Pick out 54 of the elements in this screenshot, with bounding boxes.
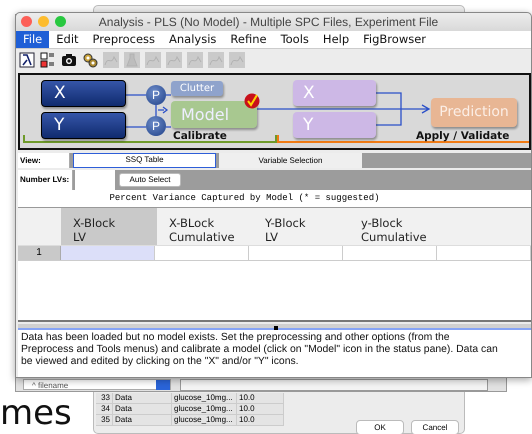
ok-button[interactable]: OK <box>356 420 404 434</box>
apply-validate-label: Apply / Validate <box>416 130 510 142</box>
table-cell: Data <box>113 393 172 403</box>
table-cell: 10.0 <box>237 393 284 403</box>
lambda-icon[interactable] <box>19 52 35 68</box>
view-label: View: <box>18 152 70 168</box>
close-button[interactable] <box>21 16 32 28</box>
settings-icon[interactable] <box>82 52 98 68</box>
column-header[interactable]: Y-Block LV <box>253 208 349 245</box>
menu-item[interactable]: FigBrowser <box>356 30 434 48</box>
table-cell: 10.0 <box>237 415 284 425</box>
splitter[interactable] <box>18 324 531 330</box>
table-cell: Data <box>113 404 172 414</box>
number-lvs-label: Number LVs: <box>18 170 73 190</box>
table-caption: Percent Variance Captured by Model (* = suggested) <box>18 190 531 208</box>
column-header[interactable]: X-BLock Cumulative <box>157 208 253 245</box>
row-header: 1 <box>18 246 62 260</box>
selected-cell[interactable] <box>61 246 156 260</box>
menu-item[interactable]: Help <box>316 30 356 48</box>
number-lvs-field[interactable] <box>75 170 115 190</box>
view-tab[interactable]: Variable Selection <box>219 152 362 168</box>
sort-dropdown[interactable]: ^ filename <box>23 379 171 390</box>
zoom-button[interactable] <box>55 16 66 28</box>
table-cell: Data <box>113 415 172 425</box>
scrollbar[interactable] <box>180 379 488 391</box>
menu-item[interactable]: File <box>16 30 50 48</box>
table-cell: 33 <box>96 393 113 403</box>
window-title: Analysis - PLS (No Model) - Multiple SPC Files, Experiment File <box>98 14 438 29</box>
menu-item[interactable]: Edit <box>49 30 86 48</box>
auto-select-button[interactable]: Auto Select <box>119 172 181 187</box>
camera-icon[interactable] <box>61 52 77 68</box>
table-cell: 35 <box>96 415 113 425</box>
table-cell: glucose_10mg... <box>172 393 237 403</box>
status-message: Data has been loaded but no model exists. Set the preprocessing and other options (from the Preprocess and Tools menus) and calibrate a model (click on "Model" icon in the status pane). Data can be viewed and edited by clicking on the "X" and/or "Y" icons. <box>18 330 531 377</box>
table-cell: glucose_10mg... <box>172 415 237 425</box>
y-block-button[interactable]: Y <box>41 112 126 139</box>
x-block-button[interactable]: X <box>41 80 126 107</box>
table-icon[interactable] <box>40 52 56 68</box>
calibrate-label: Calibrate <box>173 130 227 142</box>
menu-item[interactable]: Tools <box>274 30 316 48</box>
slide-text: mes <box>0 396 72 430</box>
menu-item[interactable]: Refine <box>223 30 274 48</box>
table-cell: 10.0 <box>237 404 284 414</box>
cancel-button[interactable]: Cancel <box>411 420 459 434</box>
preprocess-button[interactable]: P <box>146 116 166 136</box>
menu-item[interactable]: Preprocess <box>86 30 162 48</box>
table-cell: glucose_10mg... <box>172 404 237 414</box>
minimize-button[interactable] <box>38 16 49 28</box>
table-cell: 34 <box>96 404 113 414</box>
view-tab[interactable]: SSQ Table <box>73 152 216 168</box>
column-header[interactable]: y-Block Cumulative <box>349 208 445 245</box>
column-header[interactable]: X-Block LV <box>61 208 157 245</box>
menu-item[interactable]: Analysis <box>162 30 224 48</box>
preprocess-button[interactable]: P <box>146 84 166 105</box>
